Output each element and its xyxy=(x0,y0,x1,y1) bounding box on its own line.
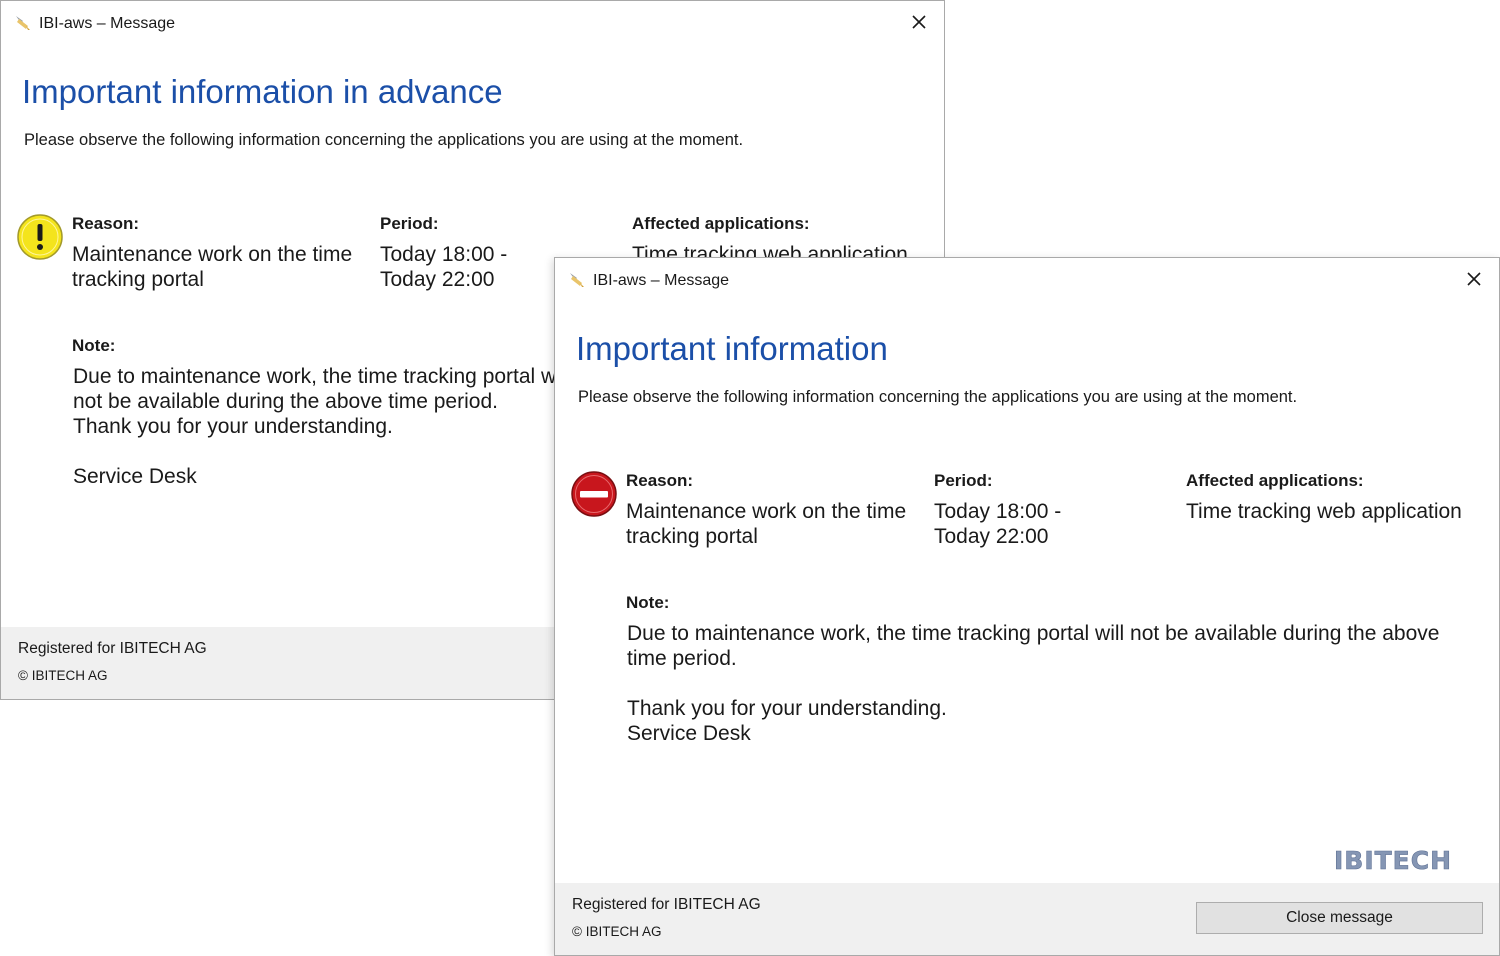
app-icon xyxy=(570,273,584,287)
window-footer: Registered for IBITECH AG © IBITECH AG C… xyxy=(555,883,1499,955)
period-value: Today 18:00 - Today 22:00 xyxy=(934,499,1134,549)
period-end: Today 22:00 xyxy=(934,525,1049,548)
period-start: Today 18:00 - xyxy=(380,243,508,266)
title-bar[interactable]: IBI-aws – Message xyxy=(1,1,944,47)
period-value: Today 18:00 - Today 22:00 xyxy=(380,242,580,292)
affected-applications-label: Affected applications: xyxy=(632,214,810,233)
note-label: Note: xyxy=(626,593,670,612)
note-text: Due to maintenance work, the time tracki… xyxy=(627,622,1440,670)
note-thanks: Thank you for your understanding. xyxy=(627,697,947,720)
copyright-text: © IBITECH AG xyxy=(18,668,108,683)
note-label: Note: xyxy=(72,336,116,355)
ibitech-logo: IBITECH xyxy=(1334,848,1452,872)
close-icon[interactable] xyxy=(908,11,930,33)
reason-value: Maintenance work on the time tracking po… xyxy=(626,500,907,548)
window-title: IBI-aws – Message xyxy=(593,272,730,289)
period-label: Period: xyxy=(380,214,439,233)
logo-text: IBITECH xyxy=(1334,848,1452,872)
close-icon[interactable] xyxy=(1463,268,1485,290)
period-start: Today 18:00 - xyxy=(934,500,1062,523)
intro-text: Please observe the following information… xyxy=(578,388,1298,406)
reason-label: Reason: xyxy=(72,214,140,233)
reason-label: Reason: xyxy=(626,471,694,490)
period-label: Period: xyxy=(934,471,993,490)
note-text: Due to maintenance work, the time tracki… xyxy=(73,365,571,413)
period-end: Today 22:00 xyxy=(380,268,495,291)
message-window: IBI-aws – Message Important information … xyxy=(554,257,1500,956)
page-title: Important information xyxy=(576,330,888,367)
close-message-button[interactable]: Close message xyxy=(1196,902,1483,934)
affected-applications-value: Time tracking web application xyxy=(1186,500,1462,523)
reason-value: Maintenance work on the time tracking po… xyxy=(72,243,353,291)
registered-text: Registered for IBITECH AG xyxy=(572,896,761,913)
page-title: Important information in advance xyxy=(22,73,503,110)
copyright-text: © IBITECH AG xyxy=(572,924,662,939)
stop-icon xyxy=(571,471,617,517)
note-thanks: Thank you for your understanding. xyxy=(73,415,393,438)
note-signature: Service Desk xyxy=(73,465,197,488)
window-title: IBI-aws – Message xyxy=(39,15,176,32)
note-body: Due to maintenance work, the time tracki… xyxy=(73,364,573,489)
intro-text: Please observe the following information… xyxy=(24,131,744,149)
registered-text: Registered for IBITECH AG xyxy=(18,640,207,657)
title-bar[interactable]: IBI-aws – Message xyxy=(555,258,1499,304)
note-signature: Service Desk xyxy=(627,722,751,745)
app-icon xyxy=(16,16,30,30)
note-body: Due to maintenance work, the time tracki… xyxy=(627,621,1457,746)
warning-icon xyxy=(17,214,63,260)
affected-applications-label: Affected applications: xyxy=(1186,471,1364,490)
